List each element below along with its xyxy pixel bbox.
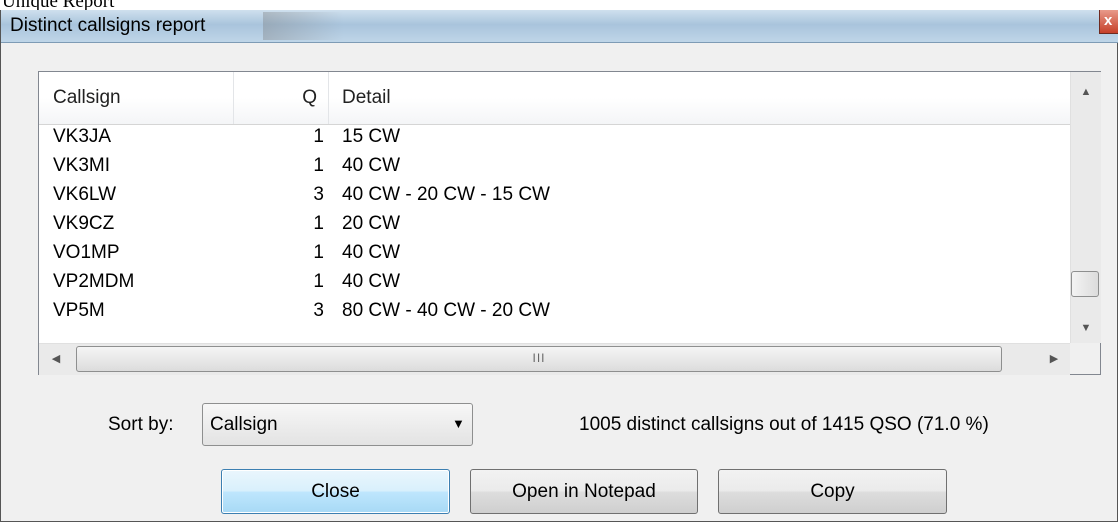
close-window-icon[interactable]: x [1099, 10, 1118, 34]
cell-callsign: VK3JA [53, 126, 112, 147]
cell-detail: 40 CW - 20 CW - 15 CW [342, 184, 550, 205]
callsign-list[interactable]: Callsign Q Detail VK3JA 1 15 CW VK3MI 1 … [38, 71, 1101, 375]
table-row[interactable]: VK3MI 1 40 CW [39, 154, 1070, 183]
table-row[interactable]: VP5M 3 80 CW - 40 CW - 20 CW [39, 299, 1070, 328]
cell-q: 3 [313, 184, 324, 205]
cell-detail: 40 CW [342, 242, 401, 263]
list-body: VK3JA 1 15 CW VK3MI 1 40 CW VK6LW 3 40 C… [39, 125, 1070, 343]
scroll-left-icon[interactable]: ◀ [41, 344, 71, 375]
column-header-callsign[interactable]: Callsign [39, 72, 234, 124]
cell-q: 1 [313, 242, 324, 263]
cell-q: 1 [313, 213, 324, 234]
scrollbar-corner [1070, 343, 1100, 374]
sort-by-value: Callsign [210, 414, 278, 435]
table-row[interactable]: VP2MDM 1 40 CW [39, 270, 1070, 299]
vertical-scrollbar[interactable]: ▲ ▼ [1070, 72, 1101, 343]
cell-q: 1 [313, 126, 324, 147]
table-row[interactable]: VK6LW 3 40 CW - 20 CW - 15 CW [39, 183, 1070, 212]
open-in-notepad-button[interactable]: Open in Notepad [470, 469, 698, 514]
title-glow [263, 12, 343, 40]
cell-detail: 20 CW [342, 213, 401, 234]
cell-callsign: VK9CZ [53, 213, 115, 234]
column-header-q[interactable]: Q [234, 72, 329, 124]
window-title: Distinct callsigns report [10, 15, 206, 36]
cell-callsign: VK3MI [53, 155, 111, 176]
sort-by-dropdown[interactable]: Callsign ▼ [202, 403, 473, 446]
summary-text: 1005 distinct callsigns out of 1415 QSO … [579, 414, 989, 435]
sort-by-label: Sort by: [108, 414, 174, 435]
column-header-detail[interactable]: Detail [329, 72, 1070, 124]
close-button[interactable]: Close [221, 469, 450, 514]
table-row[interactable]: VK3JA 1 15 CW [39, 125, 1070, 154]
horizontal-scrollbar[interactable]: ◀ III ▶ [39, 343, 1070, 375]
chevron-down-icon: ▼ [452, 416, 465, 431]
cell-q: 3 [313, 300, 324, 321]
report-window: Distinct callsigns report x Callsign Q D… [0, 10, 1118, 522]
vertical-scroll-thumb[interactable] [1071, 271, 1099, 297]
scroll-right-icon[interactable]: ▶ [1039, 344, 1069, 375]
horizontal-scroll-thumb[interactable]: III [76, 346, 1002, 372]
cell-q: 1 [313, 271, 324, 292]
table-row[interactable]: VO1MP 1 40 CW [39, 241, 1070, 270]
table-row[interactable]: VK9CZ 1 20 CW [39, 212, 1070, 241]
title-bar[interactable]: Distinct callsigns report x [1, 10, 1118, 43]
cell-detail: 80 CW - 40 CW - 20 CW [342, 300, 550, 321]
cell-callsign: VK6LW [53, 184, 117, 205]
cell-q: 1 [313, 155, 324, 176]
cell-callsign: VP2MDM [53, 271, 135, 292]
scroll-grip-icon: III [532, 351, 546, 365]
scroll-down-icon[interactable]: ▼ [1071, 322, 1101, 334]
cell-callsign: VO1MP [53, 242, 120, 263]
cell-callsign: VP5M [53, 300, 105, 321]
cell-detail: 15 CW [342, 126, 401, 147]
cell-detail: 40 CW [342, 271, 401, 292]
copy-button[interactable]: Copy [718, 469, 947, 514]
scroll-up-icon[interactable]: ▲ [1071, 86, 1101, 98]
cell-detail: 40 CW [342, 155, 401, 176]
list-header: Callsign Q Detail [39, 72, 1070, 125]
